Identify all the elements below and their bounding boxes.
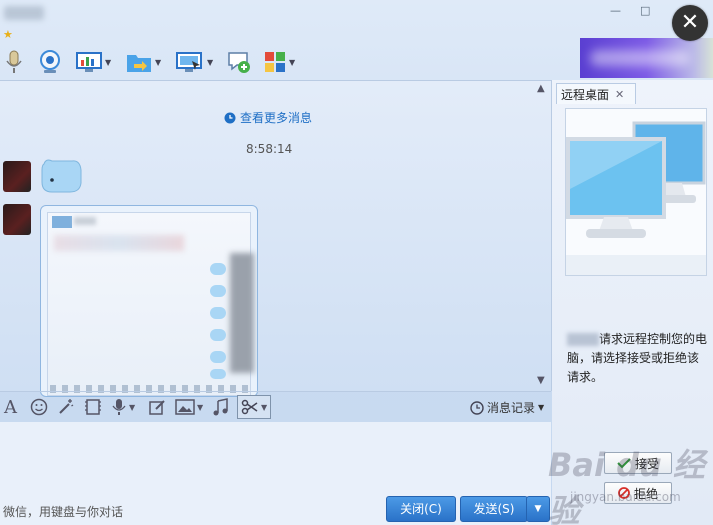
chevron-down-icon: ▼ (261, 402, 268, 412)
maximize-button[interactable]: □ (640, 4, 650, 17)
message-timestamp: 8:58:14 (246, 142, 293, 156)
chevron-down-icon: ▼ (534, 504, 542, 514)
film-icon (85, 399, 101, 415)
monitors-icon (566, 121, 706, 275)
input-hint: 微信，用键盘与你对话 (3, 505, 124, 519)
banner-blur (590, 50, 690, 66)
microphone-icon (112, 399, 126, 415)
avatar[interactable] (3, 161, 31, 192)
minimize-button[interactable]: — (610, 4, 621, 17)
image-button[interactable]: ▼ (175, 397, 203, 417)
tab-remote-desktop[interactable]: 远程桌面 ✕ (556, 83, 636, 104)
smiley-icon (30, 398, 48, 416)
magic-wand-icon (59, 399, 74, 414)
top-toolbar: ▼ ▼ ▼ ▼ (0, 44, 560, 78)
screen-share-icon (76, 52, 102, 72)
remote-desktop-icon (176, 52, 202, 72)
avatar[interactable] (3, 204, 31, 235)
file-transfer-icon (127, 55, 151, 72)
chevron-down-icon: ▼ (538, 403, 545, 412)
scroll-up-icon[interactable]: ▲ (537, 83, 545, 94)
chevron-down-icon: ▼ (197, 402, 204, 412)
input-toolbar: A ▼ ▼ ▼ 消息记录 ▼ (0, 391, 551, 422)
emoji-button[interactable] (30, 397, 48, 417)
message-history[interactable]: 查看更多消息 8:58:14 ▲ ▼ (0, 80, 552, 397)
scissors-icon (241, 399, 258, 415)
apps-grid-button[interactable]: ▼ (264, 48, 295, 76)
thumbnail-name-blur (74, 217, 96, 225)
pencil-square-icon (149, 400, 165, 415)
clock-icon (470, 400, 484, 415)
close-tab-icon[interactable]: ✕ (615, 88, 624, 101)
chevron-down-icon: ▼ (155, 57, 162, 67)
picture-icon (175, 399, 195, 415)
add-app-icon (228, 52, 250, 73)
thumbnail-avatar (52, 216, 72, 228)
requester-name-blur (567, 333, 599, 346)
view-more-messages-label: 查看更多消息 (240, 111, 313, 125)
apps-grid-icon (265, 52, 285, 72)
send-options-button[interactable]: ▼ (526, 496, 550, 522)
screenshot-thumbnail (47, 212, 254, 396)
video-button[interactable] (84, 397, 102, 417)
chevron-down-icon: ▼ (129, 402, 136, 412)
red-arrow-icon (128, 258, 137, 285)
image-message[interactable] (40, 205, 258, 397)
screenshot-button[interactable]: ▼ (237, 395, 272, 419)
voice-message-button[interactable]: ▼ (111, 397, 135, 417)
message-history-label: 消息记录 (487, 401, 536, 415)
contact-name-blurred (4, 6, 44, 20)
close-overlay-button[interactable]: ✕ (672, 5, 708, 41)
edit-button[interactable] (148, 397, 166, 417)
microphone-icon (6, 50, 22, 73)
message-history-button[interactable]: 消息记录 ▼ (470, 399, 544, 416)
star-icon: ★ (3, 28, 13, 41)
watermark-url: jingyan.baidu.com (570, 490, 681, 504)
emoji-sticker-icon (41, 159, 82, 193)
remote-desktop-illustration (565, 108, 707, 276)
chevron-down-icon: ▼ (207, 57, 214, 67)
clock-icon (224, 112, 236, 123)
close-button[interactable]: 关闭(C) (386, 496, 456, 522)
remote-request-message: 请求远程控制您的电脑，请选择接受或拒绝该请求。 (567, 330, 707, 387)
video-call-button[interactable] (38, 48, 62, 76)
screen-share-button[interactable]: ▼ (76, 48, 111, 76)
music-note-icon (213, 398, 228, 416)
add-app-button[interactable] (227, 48, 251, 76)
remote-desktop-button[interactable]: ▼ (176, 48, 213, 76)
webcam-icon (40, 50, 60, 73)
voice-call-button[interactable] (4, 48, 24, 76)
chevron-down-icon: ▼ (289, 57, 296, 67)
chevron-down-icon: ▼ (105, 57, 112, 67)
chat-window: ★ — □ ✕ ▼ ▼ ▼ ▼ 查看更多消息 8:58:14 ▲ ▼ A ▼ ▼… (0, 0, 713, 525)
scroll-down-icon[interactable]: ▼ (537, 375, 545, 386)
magic-button[interactable] (57, 397, 75, 417)
font-button[interactable]: A (4, 397, 17, 418)
send-button[interactable]: 发送(S) (460, 496, 528, 522)
thumbnail-blur (54, 235, 184, 251)
view-more-messages-link[interactable]: 查看更多消息 (224, 109, 312, 126)
file-transfer-button[interactable]: ▼ (126, 48, 161, 76)
tab-label: 远程桌面 (561, 87, 610, 102)
music-button[interactable] (212, 397, 230, 417)
thumbnail-side-stickers (210, 253, 254, 383)
